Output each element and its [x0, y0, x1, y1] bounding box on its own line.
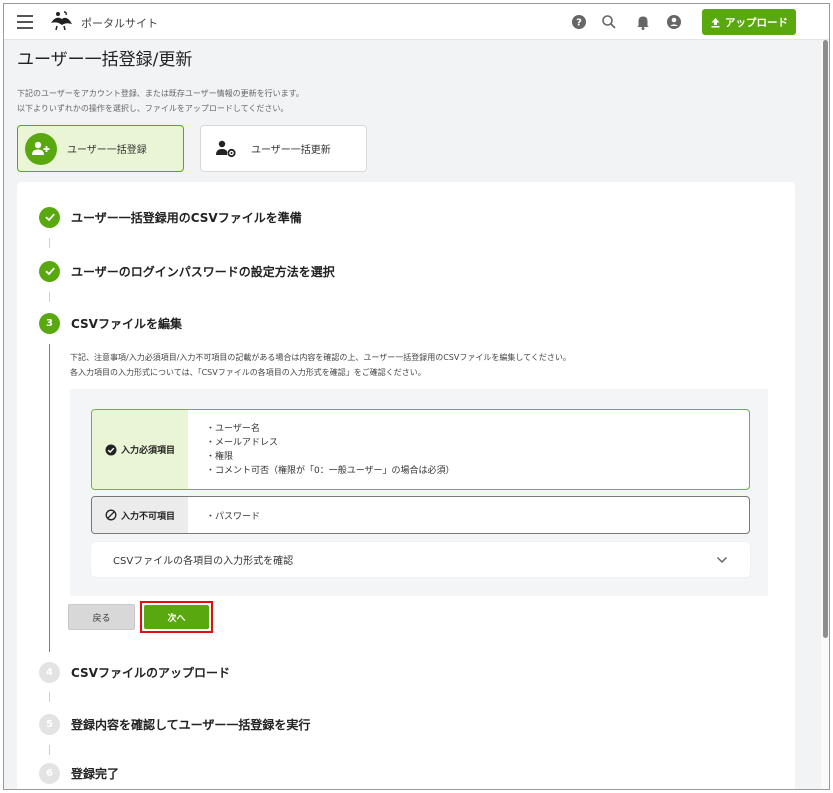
page-description-line-2: 以下よりいずれかの操作を選択し、ファイルをアップロードしてください。 — [17, 104, 289, 113]
user-add-icon — [25, 132, 57, 165]
next-button[interactable]: 次へ — [144, 605, 209, 629]
prohibited-fields-label-text: 入力不可項目 — [120, 511, 175, 522]
check-icon — [39, 260, 60, 282]
step-connector — [49, 692, 50, 702]
scrollbar-thumb[interactable] — [823, 40, 828, 638]
required-fields-label-text: 入力必須項目 — [120, 446, 175, 456]
step-3: 3 CSVファイルを編集 — [39, 312, 182, 334]
mode-bulk-register[interactable]: ユーザー一括登録 — [17, 125, 184, 172]
upload-icon — [711, 17, 720, 27]
step-4-title: CSVファイルのアップロード — [71, 665, 230, 680]
list-item: ・ユーザー名 — [206, 424, 260, 434]
csv-format-accordion[interactable]: CSVファイルの各項目の入力形式を確認 — [91, 542, 750, 577]
step-6-number: 6 — [39, 762, 60, 784]
help-icon[interactable]: ? — [570, 13, 588, 31]
search-icon[interactable] — [600, 13, 618, 31]
step-6-title: 登録完了 — [71, 766, 120, 781]
check-icon — [39, 206, 60, 228]
app-window: ポータルサイト ? アップロード ユーザー一括登録/更新 下記のユーザーをアカウ… — [3, 3, 830, 790]
step-5-title: 登録内容を確認してユーザー一括登録を実行 — [71, 717, 311, 732]
step-4: 4 CSVファイルのアップロード — [39, 661, 230, 683]
step-5-number: 5 — [39, 713, 60, 735]
list-item: ・パスワード — [206, 511, 261, 522]
mode-bulk-update-label: ユーザー一括更新 — [251, 145, 331, 156]
step-2: ユーザーのログインパスワードの設定方法を選択 — [39, 260, 335, 282]
step-3-description-line-2: 各入力項目の入力形式については、「CSVファイルの各項目の入力形式を確認」をご確… — [70, 368, 426, 377]
step-5: 5 登録内容を確認してユーザー一括登録を実行 — [39, 713, 310, 735]
step-4-number: 4 — [39, 661, 60, 683]
csv-format-accordion-label: CSVファイルの各項目の入力形式を確認 — [113, 556, 294, 567]
required-fields-box: 入力必須項目 ・ユーザー名 ・メールアドレス ・権限 ・コメント可否（権限が「0… — [91, 409, 750, 490]
required-fields-label: 入力必須項目 — [92, 410, 188, 489]
step-2-title: ユーザーのログインパスワードの設定方法を選択 — [71, 264, 335, 279]
upload-button-label: アップロード — [725, 16, 788, 29]
logo-icon — [51, 11, 72, 31]
account-icon[interactable] — [665, 13, 683, 31]
step-6: 6 登録完了 — [39, 762, 119, 784]
list-item: ・コメント可否（権限が「0：一般ユーザー」の場合は必須） — [206, 466, 455, 476]
csv-edit-panel: 入力必須項目 ・ユーザー名 ・メールアドレス ・権限 ・コメント可否（権限が「0… — [70, 389, 768, 596]
step-3-description-line-1: 下記、注意事項/入力必須項目/入力不可項目の記載がある場合は内容を確認の上、ユー… — [70, 353, 571, 362]
step-1: ユーザー一括登録用のCSVファイルを準備 — [39, 206, 302, 228]
svg-text:?: ? — [576, 18, 582, 29]
step-3-number: 3 — [39, 312, 60, 334]
prohibited-fields-box: 入力不可項目 ・パスワード — [91, 496, 750, 534]
user-settings-icon — [216, 140, 236, 157]
page-description-line-1: 下記のユーザーをアカウント登録、または既存ユーザー情報の更新を行います。 — [17, 89, 304, 98]
hamburger-menu-icon[interactable] — [17, 15, 33, 29]
back-button[interactable]: 戻る — [68, 604, 135, 630]
bell-icon[interactable] — [634, 13, 652, 31]
page-title: ユーザー一括登録/更新 — [17, 50, 193, 70]
prohibited-icon — [105, 509, 117, 521]
top-bar: ポータルサイト ? アップロード — [4, 4, 829, 40]
prohibited-fields-list: ・パスワード — [188, 497, 260, 533]
check-circle-icon — [105, 444, 117, 455]
site-name[interactable]: ポータルサイト — [81, 15, 158, 31]
list-item: ・メールアドレス — [206, 438, 279, 448]
step-3-description: 下記、注意事項/入力必須項目/入力不可項目の記載がある場合は内容を確認の上、ユー… — [70, 350, 571, 380]
step-connector — [49, 238, 50, 248]
step-3-title: CSVファイルを編集 — [71, 316, 182, 331]
step-connector-active — [49, 344, 50, 652]
mode-bulk-update[interactable]: ユーザー一括更新 — [200, 125, 367, 172]
list-item: ・権限 — [206, 452, 234, 462]
page-description: 下記のユーザーをアカウント登録、または既存ユーザー情報の更新を行います。 以下よ… — [17, 86, 304, 116]
step-1-title: ユーザー一括登録用のCSVファイルを準備 — [71, 210, 302, 225]
step-connector — [49, 745, 50, 755]
step-connector — [49, 292, 50, 302]
chevron-down-icon[interactable] — [716, 556, 728, 564]
mode-bulk-register-label: ユーザー一括登録 — [67, 145, 147, 156]
required-fields-list: ・ユーザー名 ・メールアドレス ・権限 ・コメント可否（権限が「0：一般ユーザー… — [188, 410, 455, 489]
upload-button[interactable]: アップロード — [702, 9, 796, 35]
prohibited-fields-label: 入力不可項目 — [92, 497, 188, 533]
scrollbar[interactable] — [821, 40, 829, 789]
